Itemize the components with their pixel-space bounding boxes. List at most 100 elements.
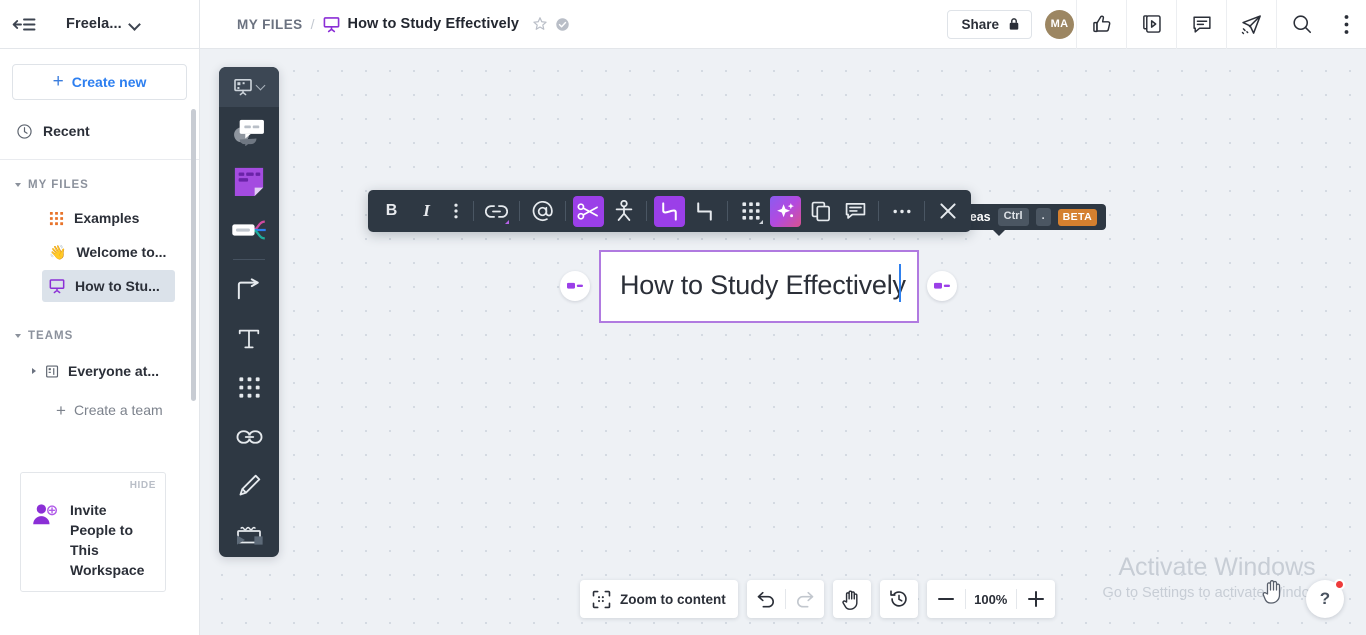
- connector-arrow-tool[interactable]: [219, 265, 279, 314]
- search-icon[interactable]: [1276, 0, 1326, 49]
- sidebar-item-examples[interactable]: Examples: [42, 202, 175, 234]
- sidebar-section-my-files[interactable]: MY FILES: [0, 170, 199, 200]
- connector-handle-right[interactable]: [927, 271, 957, 301]
- page-title: How to Study Effectively: [347, 16, 520, 32]
- create-team-button[interactable]: + Create a team: [56, 393, 199, 427]
- elbow-icon: [697, 201, 712, 221]
- close-toolbar-button[interactable]: [932, 196, 963, 227]
- person-style-button[interactable]: [608, 196, 639, 227]
- redo-button[interactable]: [786, 580, 824, 618]
- sidebar-item-welcome[interactable]: 👋 Welcome to...: [42, 236, 175, 268]
- comment-icon[interactable]: [1176, 0, 1226, 49]
- thumbs-up-icon[interactable]: [1076, 0, 1126, 49]
- sparkle-icon: [777, 202, 794, 217]
- sticky-note-tool[interactable]: [219, 156, 279, 205]
- create-new-button[interactable]: + Create new: [12, 64, 187, 100]
- paper-plane-icon[interactable]: [1226, 0, 1276, 49]
- sidebar-scrollbar[interactable]: [191, 109, 196, 401]
- zoom-level-value[interactable]: 100%: [966, 592, 1016, 607]
- help-button[interactable]: ?: [1306, 579, 1345, 618]
- comment-shapes-tool[interactable]: [219, 107, 279, 156]
- palette-footer[interactable]: [219, 523, 279, 557]
- caret-down-icon: [15, 183, 21, 187]
- star-outline-icon[interactable]: [532, 16, 548, 32]
- share-label: Share: [961, 16, 999, 32]
- toolbar-divider: [646, 201, 647, 221]
- avatar[interactable]: MA: [1045, 9, 1074, 39]
- wave-hand-icon: 👋: [49, 244, 67, 260]
- hide-invite-card-button[interactable]: HIDE: [130, 480, 156, 491]
- zoom-out-button[interactable]: [927, 580, 965, 618]
- cut-style-button[interactable]: [573, 195, 604, 227]
- link-button[interactable]: [481, 196, 512, 227]
- minus-icon: [937, 598, 954, 600]
- toolbar-divider: [924, 201, 925, 221]
- toolbar-divider: [878, 201, 879, 221]
- comment-icon: [845, 202, 866, 219]
- sidebar-item-label: Examples: [74, 210, 140, 226]
- chevron-down-icon: [257, 83, 266, 92]
- sidebar-item-label: Recent: [43, 123, 90, 139]
- create-new-label: Create new: [71, 74, 147, 90]
- text-tool[interactable]: [219, 314, 279, 363]
- grid-icon: [741, 202, 760, 220]
- duplicate-button[interactable]: [805, 196, 836, 227]
- history-group: [879, 580, 918, 618]
- palette-template-selector[interactable]: [219, 67, 279, 107]
- sidebar-item-recent[interactable]: Recent: [0, 114, 199, 148]
- palette-divider: [233, 259, 265, 260]
- toolbar-divider: [727, 201, 728, 221]
- zoom-to-content-button[interactable]: Zoom to content: [580, 580, 738, 618]
- grid-orange-icon: [49, 211, 64, 226]
- tool-palette: [219, 67, 279, 557]
- sidebar-item-how-to-study[interactable]: How to Stu...: [42, 270, 175, 302]
- comment-button[interactable]: [840, 196, 871, 227]
- zoom-in-button[interactable]: [1017, 580, 1055, 618]
- pen-tool[interactable]: [219, 461, 279, 510]
- italic-button[interactable]: I: [411, 196, 442, 227]
- text-shape[interactable]: How to Study Effectively: [599, 250, 919, 323]
- link-tool[interactable]: [219, 412, 279, 461]
- section-label: MY FILES: [28, 179, 89, 191]
- bottom-toolbar: Zoom to content 100%: [580, 580, 1055, 618]
- curved-line-button[interactable]: [654, 195, 685, 227]
- history-button[interactable]: [880, 580, 918, 618]
- more-options-button[interactable]: [886, 196, 917, 227]
- sidebar-section-teams[interactable]: TEAMS: [0, 321, 199, 351]
- bold-button[interactable]: B: [376, 196, 407, 227]
- check-circle-icon[interactable]: [555, 17, 570, 32]
- canvas[interactable]: Generate ideas Ctrl . BETA B I: [200, 49, 1366, 635]
- italic-label: I: [423, 201, 430, 220]
- scissors-icon: [577, 202, 598, 220]
- breadcrumb-my-files[interactable]: MY FILES: [237, 17, 303, 32]
- connector-handle-icon: [567, 282, 583, 289]
- more-vertical-icon[interactable]: [1326, 0, 1366, 49]
- link-icon: [485, 204, 508, 218]
- more-text-options-button[interactable]: [446, 196, 466, 227]
- sidebar-divider: [0, 159, 199, 160]
- mindmap-tool[interactable]: [219, 205, 279, 254]
- elbow-line-button[interactable]: [689, 196, 720, 227]
- dropdown-indicator: [505, 219, 509, 224]
- add-person-icon: [31, 502, 61, 580]
- zoom-to-content-icon: [592, 590, 611, 609]
- apps-grid-tool[interactable]: [219, 363, 279, 412]
- share-button[interactable]: Share: [947, 9, 1032, 39]
- breadcrumb: MY FILES / How to Study Effectively: [237, 16, 570, 33]
- invite-people-card[interactable]: HIDE Invite People to This Workspace: [20, 472, 166, 592]
- tooltip-key-ctrl: Ctrl: [997, 208, 1029, 226]
- connector-handle-left[interactable]: [560, 271, 590, 301]
- clock-icon: [16, 123, 33, 140]
- undo-button[interactable]: [747, 580, 785, 618]
- sidebar-item-everyone-at[interactable]: Everyone at...: [32, 355, 199, 387]
- mention-button[interactable]: [527, 196, 558, 227]
- generate-ideas-button[interactable]: [770, 195, 801, 227]
- grid-layout-button[interactable]: [735, 196, 766, 227]
- team-building-icon: [45, 364, 60, 379]
- bold-label: B: [385, 202, 398, 219]
- collapse-sidebar-icon[interactable]: [0, 0, 48, 49]
- presentation-play-icon[interactable]: [1126, 0, 1176, 49]
- workspace-selector[interactable]: Freela...: [48, 0, 200, 49]
- copy-icon: [811, 201, 830, 221]
- hand-tool-button[interactable]: [833, 580, 871, 618]
